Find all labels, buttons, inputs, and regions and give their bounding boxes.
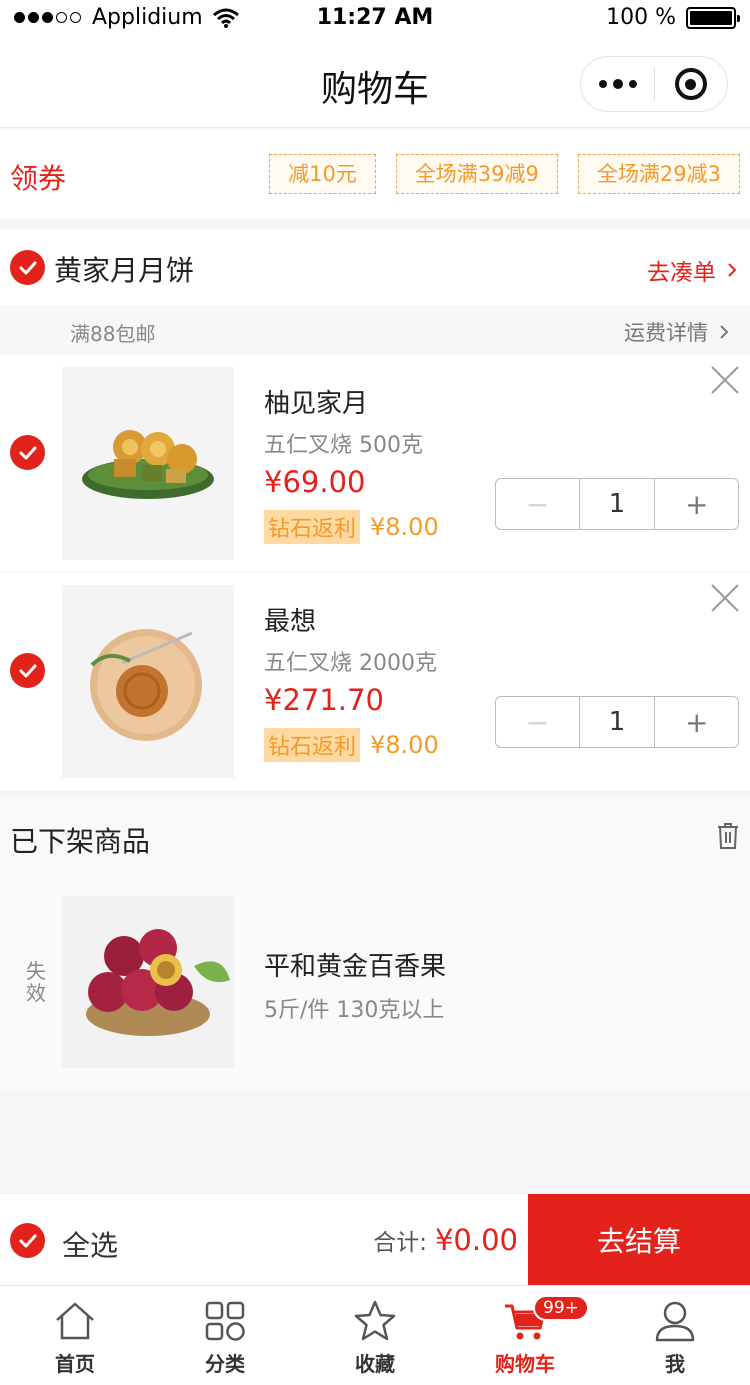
increase-button[interactable]: + <box>655 479 738 529</box>
more-button[interactable] <box>581 57 654 111</box>
tab-label: 收藏 <box>355 1352 395 1376</box>
star-icon <box>354 1300 396 1341</box>
close-miniprogram-button[interactable] <box>655 57 727 111</box>
mooncake-fork-image <box>90 629 202 741</box>
coupon-list: 减10元 全场满39减9 全场满29减3 <box>249 154 740 194</box>
product-name[interactable]: 柚见家月 <box>264 383 368 420</box>
tab-label: 我 <box>665 1352 685 1376</box>
navigation-bar: 购物车 <box>0 40 750 128</box>
coupon-tag[interactable]: 全场满29减3 <box>577 154 740 194</box>
coupon-tag[interactable]: 减10元 <box>269 154 376 194</box>
tab-label: 首页 <box>55 1352 95 1376</box>
rebate-badge: 钻石返利 <box>264 728 361 762</box>
mooncake-plate-image <box>82 430 214 499</box>
shipping-details-link[interactable]: 运费详情 <box>624 317 732 347</box>
product-name[interactable]: 平和黄金百香果 <box>264 946 446 983</box>
shipping-note: 满88包邮 <box>70 322 156 346</box>
checkmark-icon <box>19 261 36 274</box>
checkout-bar: 全选 合计: ¥0.00 去结算 <box>0 1193 750 1286</box>
tab-category[interactable]: 分类 <box>150 1286 300 1385</box>
quantity-value[interactable]: 1 <box>578 697 656 747</box>
invalid-section-header: 已下架商品 <box>0 798 750 874</box>
close-icon[interactable] <box>710 365 740 395</box>
item-checkbox[interactable] <box>10 435 45 470</box>
category-icon <box>205 1301 245 1341</box>
shop-checkbox[interactable] <box>10 250 45 285</box>
decrease-button[interactable]: − <box>496 479 579 529</box>
select-all-checkbox[interactable] <box>10 1223 45 1258</box>
product-spec: 5斤/件 130克以上 <box>264 998 445 1023</box>
tab-favorites[interactable]: 收藏 <box>300 1286 450 1385</box>
status-bar: Applidium 11:27 AM 100 % <box>0 0 750 40</box>
quantity-value[interactable]: 1 <box>578 479 656 529</box>
product-name[interactable]: 最想 <box>264 601 316 638</box>
user-icon <box>655 1301 695 1342</box>
tab-me[interactable]: 我 <box>600 1286 750 1385</box>
tab-cart[interactable]: 99+ 购物车 <box>450 1286 600 1385</box>
product-image[interactable] <box>62 367 234 560</box>
select-all-label[interactable]: 全选 <box>62 1224 118 1264</box>
rebate-info: 钻石返利 ¥8.00 <box>264 728 439 762</box>
quantity-stepper: − 1 + <box>495 478 739 530</box>
tab-label: 分类 <box>205 1352 245 1376</box>
tab-bar: 首页 分类 收藏 99+ 购物车 我 <box>0 1285 750 1385</box>
checkmark-icon <box>19 446 36 459</box>
invalid-label: 失效 <box>26 959 46 1005</box>
total-summary: 合计: ¥0.00 <box>373 1223 518 1257</box>
coupon-label[interactable]: 领券 <box>10 157 66 197</box>
increase-button[interactable]: + <box>655 697 738 747</box>
target-icon <box>674 68 707 100</box>
passion-fruit-image <box>86 929 230 1036</box>
close-icon[interactable] <box>710 583 740 613</box>
item-checkbox[interactable] <box>10 653 45 688</box>
chevron-right-icon <box>720 325 729 339</box>
battery-icon <box>686 6 740 29</box>
chevron-right-icon <box>728 263 737 277</box>
total-label: 合计: <box>373 1230 427 1256</box>
checkmark-icon <box>19 1234 36 1247</box>
rebate-info: 钻石返利 ¥8.00 <box>264 510 439 544</box>
shipping-details-label: 运费详情 <box>624 321 708 345</box>
total-amount: ¥0.00 <box>434 1223 518 1257</box>
cart-item: 柚见家月 五仁叉烧 500克 ¥69.00 钻石返利 ¥8.00 − 1 + <box>0 355 750 572</box>
decrease-button[interactable]: − <box>496 697 579 747</box>
shipping-bar: 满88包邮 运费详情 <box>0 305 750 354</box>
rebate-amount: ¥8.00 <box>370 513 439 541</box>
product-spec: 五仁叉烧 500克 <box>264 433 423 458</box>
add-more-link[interactable]: 去凑单 <box>647 253 740 287</box>
quantity-stepper: − 1 + <box>495 696 739 748</box>
tab-home[interactable]: 首页 <box>0 1286 150 1385</box>
checkout-button[interactable]: 去结算 <box>528 1194 750 1286</box>
product-image[interactable] <box>62 896 234 1068</box>
product-spec: 五仁叉烧 2000克 <box>264 651 437 676</box>
rebate-badge: 钻石返利 <box>264 510 361 544</box>
product-price: ¥69.00 <box>264 465 366 499</box>
home-icon <box>56 1302 94 1340</box>
tab-label: 购物车 <box>495 1352 555 1376</box>
rebate-amount: ¥8.00 <box>370 731 439 759</box>
coupon-bar: 领券 减10元 全场满39减9 全场满29减3 <box>0 129 750 219</box>
shop-header: 黄家月月饼 去凑单 <box>0 229 750 305</box>
cart-count-badge: 99+ <box>533 1295 589 1321</box>
product-price: ¥271.70 <box>264 683 384 717</box>
invalid-item: 失效 平和黄金百香果 5斤/件 130克以上 <box>0 874 750 1090</box>
cart-item: 最想 五仁叉烧 2000克 ¥271.70 钻石返利 ¥8.00 − 1 + <box>0 573 750 790</box>
add-more-label: 去凑单 <box>647 260 716 286</box>
trash-icon[interactable] <box>716 822 740 850</box>
status-right: 100 % <box>606 5 740 30</box>
shop-name[interactable]: 黄家月月饼 <box>54 249 194 289</box>
battery-percent: 100 % <box>606 5 676 30</box>
invalid-section-title: 已下架商品 <box>10 825 151 858</box>
product-image[interactable] <box>62 585 234 778</box>
coupon-tag[interactable]: 全场满39减9 <box>395 154 558 194</box>
miniprogram-capsule <box>580 56 728 112</box>
checkmark-icon <box>19 664 36 677</box>
